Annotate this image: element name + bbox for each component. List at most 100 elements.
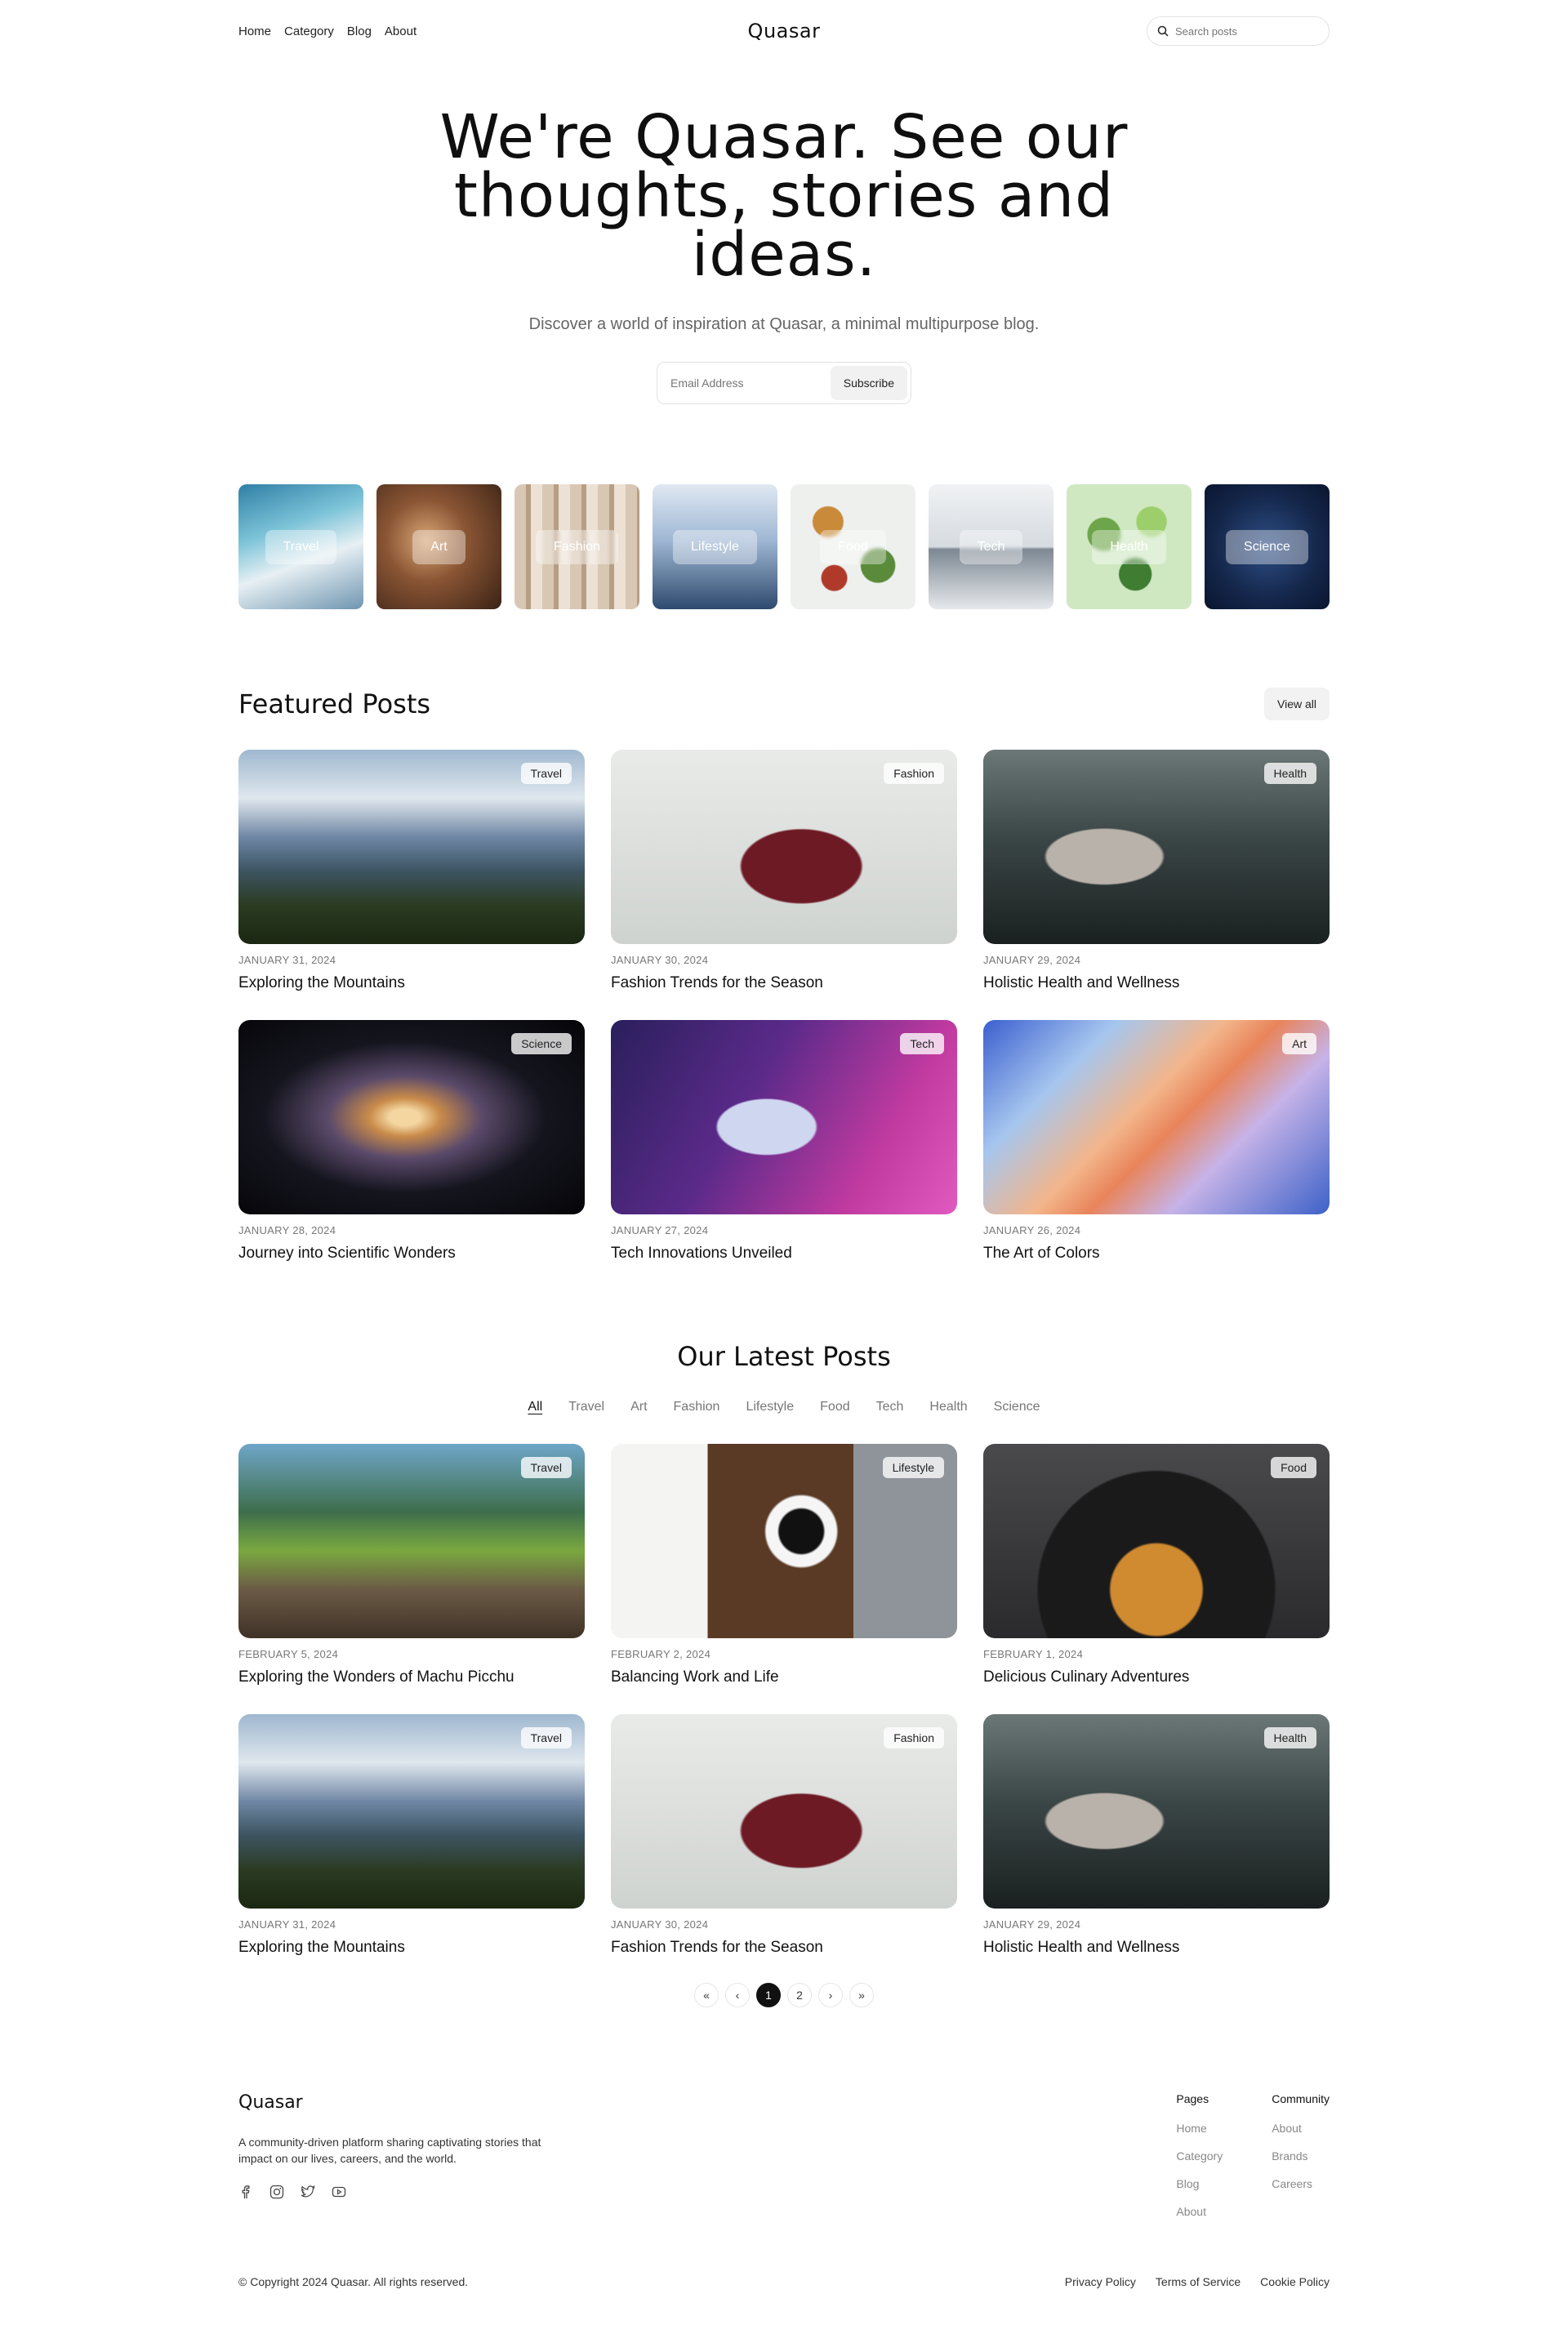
post-image[interactable]: Travel bbox=[238, 750, 585, 944]
footer-link-home[interactable]: Home bbox=[1176, 2122, 1223, 2135]
post-image[interactable]: Art bbox=[983, 1020, 1330, 1214]
filter-health[interactable]: Health bbox=[929, 1400, 967, 1414]
category-tile-science[interactable]: Science bbox=[1205, 484, 1330, 609]
post-image[interactable]: Food bbox=[983, 1444, 1330, 1638]
youtube-icon[interactable] bbox=[332, 2185, 346, 2199]
post-date: FEBRUARY 5, 2024 bbox=[238, 1648, 339, 1660]
post-card[interactable]: Art JANUARY 26, 2024 The Art of Colors bbox=[983, 1020, 1330, 1263]
post-title[interactable]: Holistic Health and Wellness bbox=[983, 974, 1330, 992]
category-tile-travel[interactable]: Travel bbox=[238, 484, 363, 609]
filter-food[interactable]: Food bbox=[820, 1400, 849, 1414]
post-title[interactable]: Exploring the Mountains bbox=[238, 1939, 585, 1957]
post-card[interactable]: Health JANUARY 29, 2024 Holistic Health … bbox=[983, 1714, 1330, 1957]
post-image[interactable]: Health bbox=[983, 1714, 1330, 1909]
subscribe-button[interactable]: Subscribe bbox=[830, 366, 907, 400]
page-2-button[interactable]: 2 bbox=[787, 1983, 812, 2007]
email-field[interactable] bbox=[661, 376, 831, 390]
post-title[interactable]: The Art of Colors bbox=[983, 1245, 1330, 1263]
post-title[interactable]: Exploring the Mountains bbox=[238, 974, 585, 992]
post-card[interactable]: Lifestyle FEBRUARY 2, 2024 Balancing Wor… bbox=[611, 1444, 957, 1686]
post-card[interactable]: Travel JANUARY 31, 2024 Exploring the Mo… bbox=[238, 1714, 585, 1957]
filter-travel[interactable]: Travel bbox=[568, 1400, 604, 1414]
footer-link-brands[interactable]: Brands bbox=[1272, 2149, 1330, 2163]
post-title[interactable]: Fashion Trends for the Season bbox=[611, 1939, 957, 1957]
post-title[interactable]: Tech Innovations Unveiled bbox=[611, 1245, 957, 1263]
post-image[interactable]: Fashion bbox=[611, 1714, 957, 1909]
search-input[interactable] bbox=[1175, 24, 1314, 38]
post-card[interactable]: Food FEBRUARY 1, 2024 Delicious Culinary… bbox=[983, 1444, 1330, 1686]
footer-link-careers[interactable]: Careers bbox=[1272, 2177, 1330, 2190]
post-title[interactable]: Balancing Work and Life bbox=[611, 1668, 957, 1686]
category-label: Lifestyle bbox=[673, 529, 757, 564]
post-date: JANUARY 30, 2024 bbox=[611, 1918, 709, 1931]
filter-fashion[interactable]: Fashion bbox=[674, 1400, 720, 1414]
post-title[interactable]: Journey into Scientific Wonders bbox=[238, 1245, 585, 1263]
category-badge: Travel bbox=[520, 1457, 572, 1478]
search-box[interactable] bbox=[1147, 16, 1330, 46]
filter-science[interactable]: Science bbox=[994, 1400, 1040, 1414]
facebook-icon[interactable] bbox=[238, 2185, 253, 2199]
filter-tech[interactable]: Tech bbox=[876, 1400, 904, 1414]
post-card[interactable]: Travel JANUARY 31, 2024 Exploring the Mo… bbox=[238, 750, 585, 992]
footer-link-about[interactable]: About bbox=[1176, 2205, 1223, 2218]
privacy-policy-link[interactable]: Privacy Policy bbox=[1065, 2275, 1136, 2288]
category-badge: Health bbox=[1263, 1727, 1316, 1748]
twitter-icon[interactable] bbox=[301, 2185, 315, 2199]
category-tile-tech[interactable]: Tech bbox=[929, 484, 1054, 609]
post-card[interactable]: Fashion JANUARY 30, 2024 Fashion Trends … bbox=[611, 1714, 957, 1957]
post-title[interactable]: Exploring the Wonders of Machu Picchu bbox=[238, 1668, 585, 1686]
post-image[interactable]: Travel bbox=[238, 1444, 585, 1638]
post-date: JANUARY 31, 2024 bbox=[238, 954, 336, 966]
post-image[interactable]: Science bbox=[238, 1020, 585, 1214]
footer-link-community-about[interactable]: About bbox=[1272, 2122, 1330, 2135]
post-title[interactable]: Fashion Trends for the Season bbox=[611, 974, 957, 992]
post-date: JANUARY 29, 2024 bbox=[983, 954, 1081, 966]
post-card[interactable]: Health JANUARY 29, 2024 Holistic Health … bbox=[983, 750, 1330, 992]
nav-home[interactable]: Home bbox=[238, 24, 271, 38]
post-date: JANUARY 27, 2024 bbox=[611, 1224, 709, 1236]
instagram-icon[interactable] bbox=[270, 2185, 284, 2199]
post-image[interactable]: Health bbox=[983, 750, 1330, 944]
post-image[interactable]: Travel bbox=[238, 1714, 585, 1909]
page-1-button[interactable]: 1 bbox=[756, 1983, 781, 2007]
next-page-button[interactable]: › bbox=[818, 1983, 843, 2007]
filter-art[interactable]: Art bbox=[630, 1400, 647, 1414]
category-badge: Travel bbox=[520, 763, 572, 784]
nav-blog[interactable]: Blog bbox=[347, 24, 372, 38]
post-title[interactable]: Delicious Culinary Adventures bbox=[983, 1668, 1330, 1686]
category-tile-food[interactable]: Food bbox=[791, 484, 915, 609]
nav-category[interactable]: Category bbox=[284, 24, 334, 38]
search-icon bbox=[1157, 25, 1169, 37]
post-title[interactable]: Holistic Health and Wellness bbox=[983, 1939, 1330, 1957]
post-card[interactable]: Travel FEBRUARY 5, 2024 Exploring the Wo… bbox=[238, 1444, 585, 1686]
category-badge: Art bbox=[1282, 1033, 1316, 1054]
category-tile-art[interactable]: Art bbox=[376, 484, 501, 609]
site-logo[interactable]: Quasar bbox=[748, 20, 821, 42]
post-card[interactable]: Science JANUARY 28, 2024 Journey into Sc… bbox=[238, 1020, 585, 1263]
last-page-button[interactable]: » bbox=[849, 1983, 874, 2007]
footer-link-category[interactable]: Category bbox=[1176, 2149, 1223, 2163]
post-image[interactable]: Fashion bbox=[611, 750, 957, 944]
post-image[interactable]: Lifestyle bbox=[611, 1444, 957, 1638]
post-date: FEBRUARY 1, 2024 bbox=[983, 1648, 1084, 1660]
post-image[interactable]: Tech bbox=[611, 1020, 957, 1214]
category-tile-lifestyle[interactable]: Lifestyle bbox=[653, 484, 777, 609]
footer-logo[interactable]: Quasar bbox=[238, 2092, 565, 2113]
first-page-button[interactable]: « bbox=[694, 1983, 719, 2007]
category-tile-health[interactable]: Health bbox=[1067, 484, 1192, 609]
cookie-policy-link[interactable]: Cookie Policy bbox=[1260, 2275, 1330, 2288]
terms-of-service-link[interactable]: Terms of Service bbox=[1156, 2275, 1241, 2288]
filter-lifestyle[interactable]: Lifestyle bbox=[746, 1400, 794, 1414]
post-card[interactable]: Tech JANUARY 27, 2024 Tech Innovations U… bbox=[611, 1020, 957, 1263]
prev-page-button[interactable]: ‹ bbox=[725, 1983, 750, 2007]
filter-all[interactable]: All bbox=[528, 1400, 542, 1414]
view-all-button[interactable]: View all bbox=[1264, 688, 1330, 720]
category-tile-fashion[interactable]: Fashion bbox=[514, 484, 639, 609]
post-date: JANUARY 30, 2024 bbox=[611, 954, 709, 966]
footer-community-heading: Community bbox=[1272, 2092, 1330, 2105]
footer-columns: Pages Home Category Blog About Community… bbox=[1176, 2092, 1330, 2233]
nav-about[interactable]: About bbox=[385, 24, 416, 38]
post-card[interactable]: Fashion JANUARY 30, 2024 Fashion Trends … bbox=[611, 750, 957, 992]
footer-community-column: Community About Brands Careers bbox=[1272, 2092, 1330, 2233]
footer-link-blog[interactable]: Blog bbox=[1176, 2177, 1223, 2190]
